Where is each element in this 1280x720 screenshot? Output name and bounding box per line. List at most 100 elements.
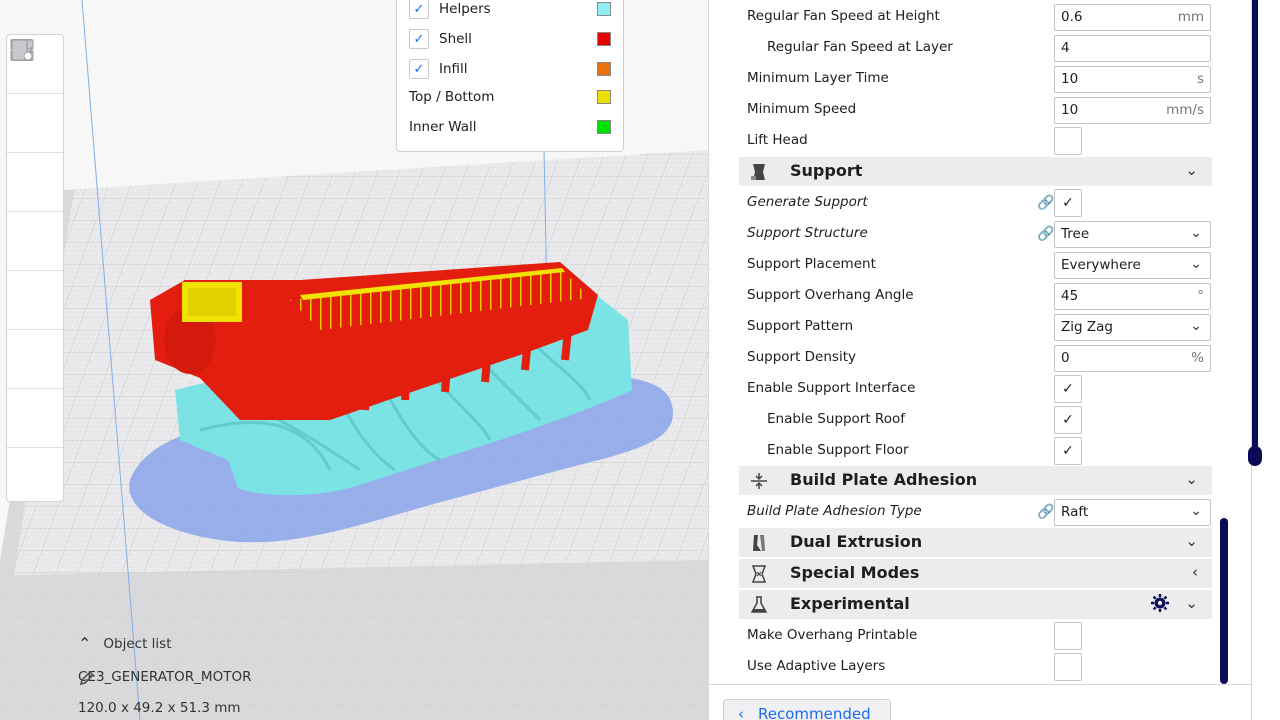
object-list-toggle[interactable]: ⌃ Object list [78, 634, 172, 653]
legend-row-infill[interactable]: ✓ Infill [409, 58, 611, 80]
category-experimental[interactable]: Experimental ⌄ [739, 590, 1212, 619]
legend-checkbox[interactable]: ✓ [409, 0, 429, 19]
adaptive-layers-checkbox[interactable] [1054, 653, 1082, 681]
setting-overhang-printable: Make Overhang Printable [747, 621, 1212, 652]
support-roof-checkbox[interactable]: ✓ [1054, 406, 1082, 434]
adhesion-icon [751, 473, 767, 489]
gear-icon[interactable] [1150, 593, 1170, 613]
object-list: ⌃ Object list CE3_GENERATOR_MOTOR 120.0 … [78, 634, 338, 720]
rotate-tool-button[interactable] [7, 39, 63, 212]
setting-fan-speed-layer: Regular Fan Speed at Layer 4 [747, 33, 1212, 64]
overhang-printable-checkbox[interactable] [1054, 622, 1082, 650]
3d-viewport[interactable]: ✓ Helpers ✓ Shell ✓ Infill Top / Bottom … [0, 0, 710, 720]
category-special-modes[interactable]: Special Modes ‹ [739, 559, 1212, 588]
slice-view-button[interactable] [7, 40, 63, 448]
setting-label: Enable Support Floor [767, 442, 909, 458]
link-icon[interactable]: 🔗 [1037, 504, 1054, 520]
pencil-icon [79, 670, 95, 686]
legend-swatch [597, 2, 611, 16]
setting-label: Generate Support [747, 194, 868, 210]
legend-row-shell[interactable]: ✓ Shell [409, 28, 611, 50]
category-title: Experimental [790, 594, 910, 613]
adhesion-type-select[interactable]: Raft ⌄ [1054, 499, 1211, 526]
legend-checkbox[interactable]: ✓ [409, 29, 429, 49]
support-floor-checkbox[interactable]: ✓ [1054, 437, 1082, 465]
chevron-up-icon: ⌃ [78, 634, 92, 653]
support-interface-checkbox[interactable]: ✓ [1054, 375, 1082, 403]
setting-support-interface: Enable Support Interface 🔗 ✓ [747, 374, 1212, 405]
support-structure-select[interactable]: Tree ⌄ [1054, 221, 1211, 248]
object-name-row[interactable]: CE3_GENERATOR_MOTOR [78, 669, 252, 686]
dual-extrusion-icon [753, 535, 765, 551]
setting-adaptive-layers: Use Adaptive Layers 🔗 [747, 652, 1212, 683]
setting-label: Use Adaptive Layers [747, 658, 886, 674]
support-density-input[interactable]: 0 % [1054, 345, 1211, 372]
setting-label: Build Plate Adhesion Type [747, 503, 922, 519]
recommended-label: Recommended [758, 705, 871, 720]
chevron-down-icon: ⌄ [1190, 503, 1202, 519]
recommended-button[interactable]: ‹ Recommended [723, 699, 891, 720]
setting-label: Regular Fan Speed at Layer [767, 39, 953, 55]
field-unit: ° [1197, 288, 1204, 304]
field-unit: s [1196, 71, 1204, 87]
legend-label: Helpers [439, 1, 491, 17]
generate-support-checkbox[interactable]: ✓ [1054, 189, 1082, 217]
category-build-plate-adhesion[interactable]: Build Plate Adhesion ⌄ [739, 466, 1212, 495]
link-icon[interactable]: 🔗 [1037, 195, 1054, 211]
fan-speed-height-input[interactable]: 0.6 mm [1054, 4, 1211, 31]
chevron-down-icon: ⌄ [1190, 256, 1202, 272]
setting-label: Make Overhang Printable [747, 627, 918, 643]
per-model-settings-button[interactable] [7, 39, 63, 330]
field-value: 4 [1061, 40, 1070, 56]
setting-min-layer-time: Minimum Layer Time 10 s [747, 64, 1212, 95]
slider-handle[interactable] [1248, 446, 1262, 466]
setting-label: Minimum Speed [747, 101, 857, 117]
min-layer-time-input[interactable]: 10 s [1054, 66, 1211, 93]
category-support[interactable]: Support ⌄ [739, 157, 1212, 186]
category-title: Special Modes [790, 563, 920, 582]
setting-support-density: Support Density 🔗 0 % [747, 343, 1212, 374]
field-unit: mm [1177, 9, 1204, 25]
chevron-left-icon: ‹ [1192, 563, 1198, 581]
category-dual-extrusion[interactable]: Dual Extrusion ⌄ [739, 528, 1212, 557]
category-title: Dual Extrusion [790, 532, 923, 551]
object-list-title: Object list [103, 635, 172, 652]
flask-icon [750, 596, 768, 613]
setting-label: Support Density [747, 349, 856, 365]
setting-generate-support: Generate Support 🔗 ↺ ✓ [747, 188, 1212, 219]
link-icon[interactable]: 🔗 [1037, 226, 1054, 242]
chevron-down-icon: ⌄ [1185, 594, 1198, 612]
support-overhang-angle-input[interactable]: 45 ° [1054, 283, 1211, 310]
settings-scrollbar[interactable] [1220, 518, 1228, 684]
slider-track [1252, 0, 1258, 460]
legend-label: Inner Wall [409, 119, 477, 135]
lift-head-checkbox[interactable] [1054, 127, 1082, 155]
setting-support-structure: Support Structure 🔗 ↺ Tree ⌄ [747, 219, 1212, 250]
legend-checkbox[interactable]: ✓ [409, 59, 429, 79]
legend-swatch [597, 120, 611, 134]
chevron-down-icon: ⌄ [1185, 532, 1198, 550]
special-modes-icon [751, 565, 767, 583]
legend-row-helpers[interactable]: ✓ Helpers [409, 0, 611, 20]
object-name: CE3_GENERATOR_MOTOR [78, 669, 252, 685]
setting-min-speed: Minimum Speed 10 mm/s [747, 95, 1212, 126]
setting-label: Support Structure [747, 225, 868, 241]
setting-label: Support Placement [747, 256, 876, 272]
mirror-tool-button[interactable] [7, 39, 63, 271]
scale-tool-button[interactable] [7, 39, 63, 153]
setting-support-overhang-angle: Support Overhang Angle 🔗 45 ° [747, 281, 1212, 312]
support-pattern-select[interactable]: Zig Zag ⌄ [1054, 314, 1211, 341]
field-value: Everywhere [1061, 257, 1141, 273]
field-unit: % [1191, 350, 1204, 366]
support-blocker-button[interactable] [7, 39, 63, 389]
setting-adhesion-type: Build Plate Adhesion Type 🔗 ↺ Raft ⌄ [747, 497, 1212, 528]
mesh-tools-button[interactable] [7, 39, 63, 506]
field-value: 0 [1061, 350, 1070, 366]
field-value: 45 [1061, 288, 1079, 304]
support-placement-select[interactable]: Everywhere ⌄ [1054, 252, 1211, 279]
fan-speed-layer-input[interactable]: 4 [1054, 35, 1211, 62]
field-value: Raft [1061, 504, 1089, 520]
chevron-down-icon: ⌄ [1185, 470, 1198, 488]
chevron-left-icon: ‹ [738, 705, 744, 720]
min-speed-input[interactable]: 10 mm/s [1054, 97, 1211, 124]
